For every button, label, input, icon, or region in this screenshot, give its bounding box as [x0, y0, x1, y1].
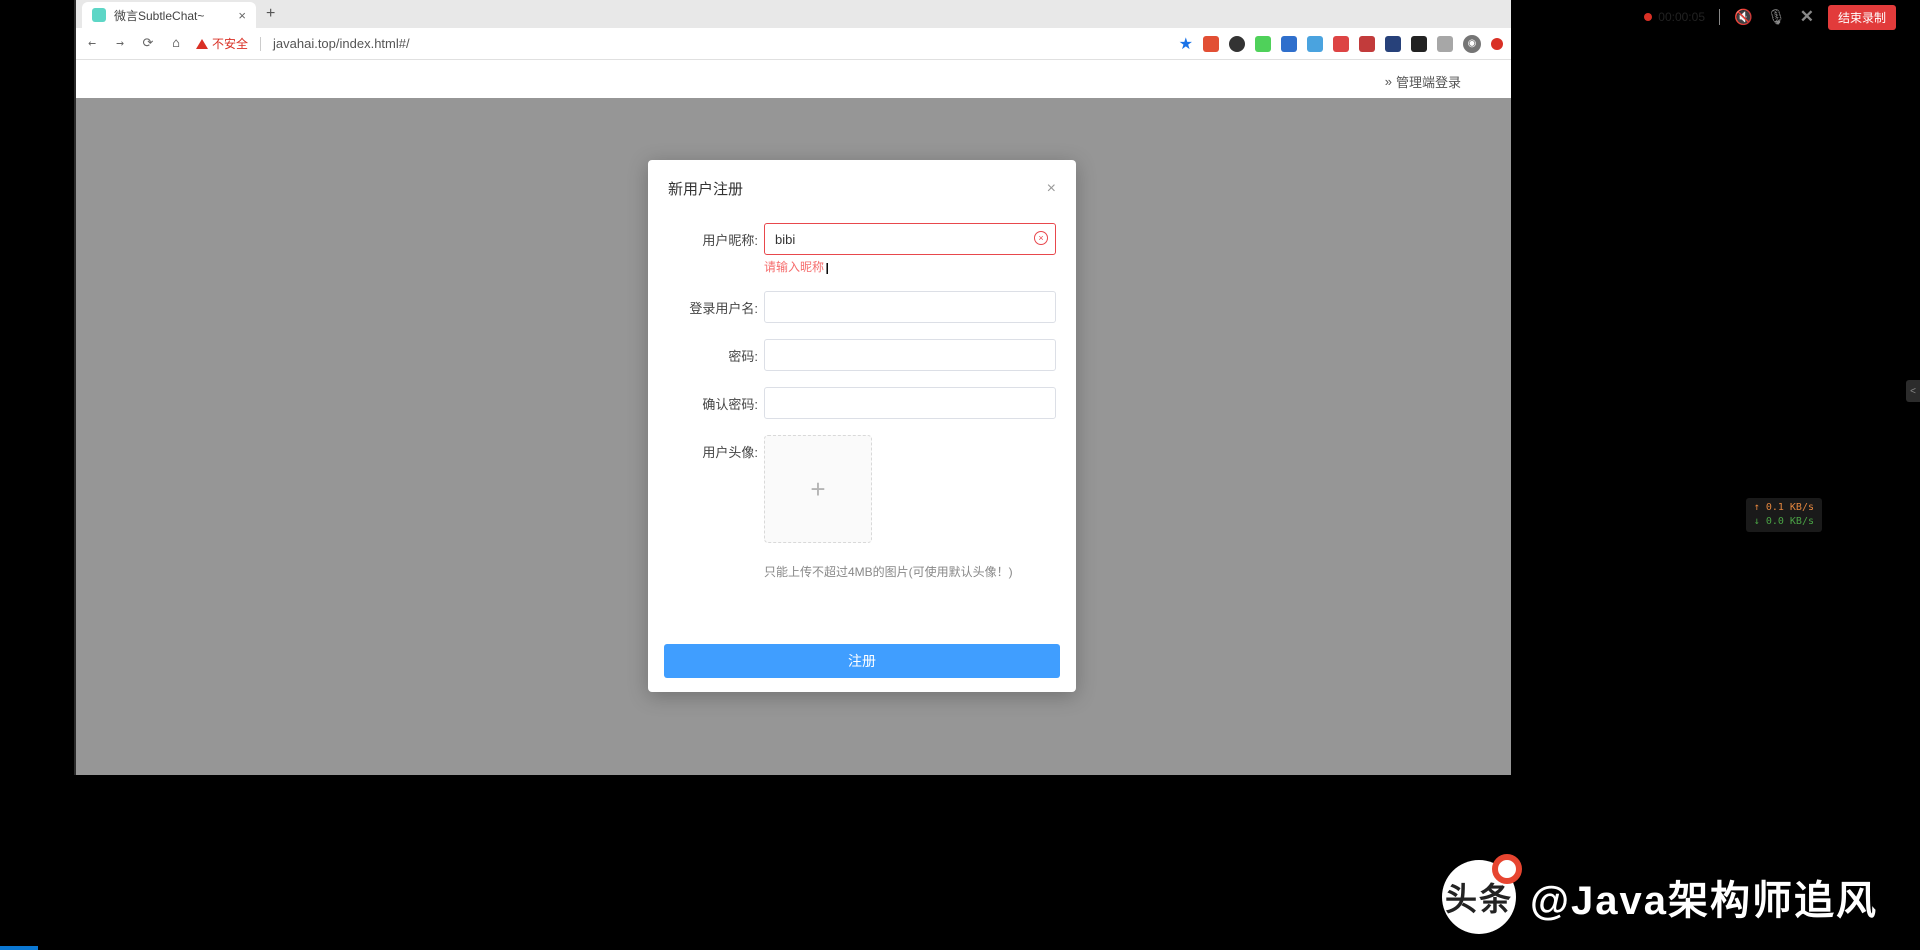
browser-window: 微言SubtleChat~ × + ← → ⟳ ⌂ 不安全 javahai.to…	[76, 0, 1511, 775]
row-nickname: 用户昵称: × 请输入昵称 I	[668, 223, 1056, 275]
tab-close-icon[interactable]: ×	[238, 8, 246, 23]
label-avatar: 用户头像:	[668, 435, 758, 461]
network-speed-widget: ↑ 0.1 KB/s ↓ 0.0 KB/s	[1746, 498, 1822, 532]
ext-icon-4[interactable]	[1281, 36, 1297, 52]
text-cursor-icon: I	[825, 261, 829, 279]
avatar-upload-box[interactable]: +	[764, 435, 872, 543]
row-avatar: 用户头像: + 只能上传不超过4MB的图片(可使用默认头像！)	[668, 435, 1056, 624]
nickname-error: 请输入昵称	[764, 258, 1056, 275]
net-download-text: ↓ 0.0 KB/s	[1754, 515, 1814, 529]
taskbar-indicator	[0, 946, 38, 950]
reload-button[interactable]: ⟳	[140, 36, 156, 52]
recording-close-icon[interactable]: ✕	[1800, 7, 1814, 27]
submit-wrap: 注册	[648, 644, 1076, 678]
password-input[interactable]	[764, 339, 1056, 371]
ext-icon-10[interactable]	[1437, 36, 1453, 52]
recording-badge-icon[interactable]	[1491, 38, 1503, 50]
left-black-bar	[0, 0, 76, 950]
nav-forward-button[interactable]: →	[112, 36, 128, 52]
nav-back-button[interactable]: ←	[84, 36, 100, 52]
confirm-password-input[interactable]	[764, 387, 1056, 419]
modal-header: 新用户注册 ×	[648, 160, 1076, 211]
bookmark-star-icon[interactable]: ★	[1179, 34, 1193, 54]
security-text: 不安全	[212, 35, 248, 52]
home-button[interactable]: ⌂	[168, 36, 184, 52]
register-form: 用户昵称: × 请输入昵称 I 登录用户名: 密码:	[648, 211, 1076, 644]
modal-close-icon[interactable]: ×	[1047, 180, 1056, 198]
register-button[interactable]: 注册	[664, 644, 1060, 678]
security-indicator[interactable]: 不安全	[196, 35, 248, 52]
addr-divider	[260, 37, 261, 51]
new-tab-button[interactable]: +	[266, 5, 275, 23]
side-collapse-handle[interactable]: <	[1906, 380, 1920, 402]
label-password: 密码:	[668, 339, 758, 365]
ext-icon-2[interactable]	[1229, 36, 1245, 52]
tab-favicon-icon	[92, 8, 106, 22]
avatar-upload-hint: 只能上传不超过4MB的图片(可使用默认头像！)	[764, 563, 1056, 580]
tab-title: 微言SubtleChat~	[114, 7, 230, 24]
row-username: 登录用户名:	[668, 291, 1056, 323]
label-username: 登录用户名:	[668, 291, 758, 317]
ext-icon-6[interactable]	[1333, 36, 1349, 52]
label-confirm-password: 确认密码:	[668, 387, 758, 413]
register-modal: 新用户注册 × 用户昵称: × 请输入昵称 I 登录用户名: 密码:	[648, 160, 1076, 692]
admin-login-text: 管理端登录	[1396, 72, 1461, 91]
plus-icon: +	[810, 474, 825, 505]
username-input[interactable]	[764, 291, 1056, 323]
ext-icon-7[interactable]	[1359, 36, 1375, 52]
watermark-text: @Java架构师追风	[1530, 868, 1878, 926]
modal-title: 新用户注册	[668, 178, 743, 199]
admin-login-link[interactable]: » 管理端登录	[1385, 72, 1461, 91]
address-bar: ← → ⟳ ⌂ 不安全 javahai.top/index.html#/ ★ ◉	[76, 28, 1511, 60]
nickname-input[interactable]	[764, 223, 1056, 255]
ext-icon-3[interactable]	[1255, 36, 1271, 52]
chevrons-right-icon: »	[1385, 74, 1392, 89]
recording-timer: 00:00:05	[1644, 10, 1705, 24]
recording-toolbar: 00:00:05 🔇 🎙 ✕ 结束录制	[1644, 6, 1896, 28]
row-password: 密码:	[668, 339, 1056, 371]
browser-tab[interactable]: 微言SubtleChat~ ×	[82, 2, 256, 28]
label-nickname: 用户昵称:	[668, 223, 758, 249]
extensions-toolbar: ★ ◉	[1179, 34, 1503, 54]
watermark: 头条 @Java架构师追风	[1442, 860, 1878, 934]
clear-input-icon[interactable]: ×	[1034, 231, 1048, 245]
mute-icon[interactable]: 🔇	[1734, 8, 1753, 26]
mic-off-icon[interactable]: 🎙	[1767, 8, 1786, 26]
ext-icon-5[interactable]	[1307, 36, 1323, 52]
rec-divider	[1719, 9, 1720, 25]
warning-icon	[196, 39, 208, 49]
row-confirm-password: 确认密码:	[668, 387, 1056, 419]
ext-icon-8[interactable]	[1385, 36, 1401, 52]
watermark-logo-icon: 头条	[1442, 860, 1516, 934]
net-upload-text: ↑ 0.1 KB/s	[1754, 501, 1814, 515]
tab-strip: 微言SubtleChat~ × +	[76, 0, 1511, 28]
profile-avatar-icon[interactable]: ◉	[1463, 35, 1481, 53]
ext-icon-1[interactable]	[1203, 36, 1219, 52]
url-text[interactable]: javahai.top/index.html#/	[273, 36, 1167, 51]
ext-icon-9[interactable]	[1411, 36, 1427, 52]
end-recording-button[interactable]: 结束录制	[1828, 5, 1896, 30]
